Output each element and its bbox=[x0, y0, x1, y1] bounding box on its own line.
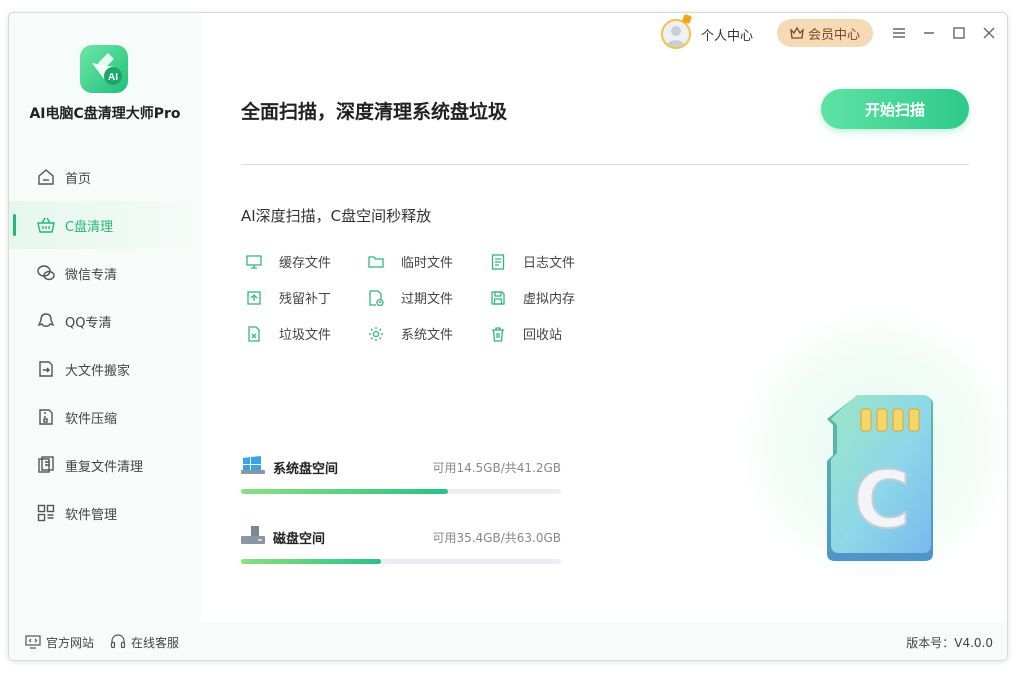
menu-button[interactable] bbox=[889, 23, 909, 43]
headset-icon bbox=[110, 634, 126, 650]
trash-icon bbox=[489, 325, 507, 343]
data-disk-usage: 磁盘空间 可用35.4GB/共63.0GB bbox=[241, 526, 561, 564]
feature-virtual-memory: 虚拟内存 bbox=[489, 288, 575, 307]
junk-file-icon bbox=[245, 325, 263, 343]
app-logo: AI bbox=[80, 45, 128, 93]
vip-center-button[interactable]: 会员中心 bbox=[777, 19, 873, 47]
avatar[interactable] bbox=[661, 19, 691, 49]
feature-label: 垃圾文件 bbox=[279, 328, 332, 343]
feature-label: 日志文件 bbox=[523, 256, 576, 271]
disk-name: 系统盘空间 bbox=[273, 461, 339, 477]
feature-temp-files: 临时文件 bbox=[367, 252, 453, 271]
compress-icon bbox=[37, 408, 55, 426]
vip-center-label: 会员中心 bbox=[807, 27, 860, 43]
feature-label: 系统文件 bbox=[401, 328, 454, 343]
feature-label: 过期文件 bbox=[401, 292, 454, 307]
expired-file-icon bbox=[367, 289, 385, 307]
sidebar-item-label: QQ专清 bbox=[65, 315, 112, 331]
feature-cache-files: 缓存文件 bbox=[245, 252, 331, 271]
disk-usage-fill bbox=[241, 489, 449, 494]
disk-name: 磁盘空间 bbox=[273, 531, 326, 547]
feature-label: 缓存文件 bbox=[279, 256, 332, 271]
sidebar: AI AI电脑C盘清理大师Pro 首页 C盘清理 微信专清 QQ专清 大文件搬家… bbox=[9, 13, 201, 622]
main-content: 全面扫描，深度清理系统盘垃圾 开始扫描 AI深度扫描，C盘空间秒释放 缓存文件 … bbox=[201, 53, 1007, 622]
logo-text: AI bbox=[108, 72, 118, 83]
feature-leftover-patches: 残留补丁 bbox=[245, 288, 331, 307]
feature-log-files: 日志文件 bbox=[489, 252, 575, 271]
sidebar-item-label: C盘清理 bbox=[65, 219, 114, 235]
disk-available: 可用14.5GB/共41.2GB bbox=[432, 460, 561, 475]
minimize-button[interactable] bbox=[919, 23, 939, 43]
feature-system-files: 系统文件 bbox=[367, 324, 453, 343]
folder-icon bbox=[367, 253, 385, 271]
divider bbox=[241, 164, 969, 165]
close-icon bbox=[983, 27, 995, 39]
home-icon bbox=[37, 168, 55, 186]
monitor-icon bbox=[25, 635, 41, 649]
wechat-icon bbox=[37, 264, 55, 282]
hamburger-icon bbox=[893, 28, 905, 38]
status-bar: 官方网站 在线客服 版本号：V4.0.0 bbox=[9, 622, 1007, 660]
disk-usage-fill bbox=[241, 559, 382, 564]
official-website-link[interactable]: 官方网站 bbox=[25, 634, 94, 651]
move-file-icon bbox=[37, 360, 55, 378]
official-website-label: 官方网站 bbox=[46, 635, 95, 650]
illustration-letter: C bbox=[853, 456, 910, 546]
feature-label: 残留补丁 bbox=[279, 292, 332, 307]
sidebar-item-compress[interactable]: 软件压缩 bbox=[9, 393, 201, 441]
sidebar-item-label: 大文件搬家 bbox=[65, 363, 131, 379]
sidebar-nav: 首页 C盘清理 微信专清 QQ专清 大文件搬家 软件压缩 重复文件清理 软件管理 bbox=[9, 153, 201, 537]
sidebar-item-label: 微信专清 bbox=[65, 267, 118, 283]
minimize-icon bbox=[924, 32, 934, 34]
hard-drive-icon bbox=[241, 526, 265, 548]
monitor-icon bbox=[245, 253, 263, 271]
maximize-button[interactable] bbox=[949, 23, 969, 43]
close-button[interactable] bbox=[979, 23, 999, 43]
sidebar-item-apps[interactable]: 软件管理 bbox=[9, 489, 201, 537]
sidebar-item-label: 重复文件清理 bbox=[65, 459, 144, 475]
system-disk-usage: 系统盘空间 可用14.5GB/共41.2GB bbox=[241, 456, 561, 494]
sidebar-item-duplicates[interactable]: 重复文件清理 bbox=[9, 441, 201, 489]
disk-usage-bar bbox=[241, 559, 561, 564]
scan-subtitle: AI深度扫描，C盘空间秒释放 bbox=[241, 207, 432, 225]
sidebar-item-move-files[interactable]: 大文件搬家 bbox=[9, 345, 201, 393]
feature-label: 虚拟内存 bbox=[523, 292, 576, 307]
start-scan-button[interactable]: 开始扫描 bbox=[821, 89, 969, 129]
disk-available: 可用35.4GB/共63.0GB bbox=[432, 530, 561, 545]
maximize-icon bbox=[953, 27, 965, 39]
sidebar-item-label: 软件压缩 bbox=[65, 411, 118, 427]
disk-usage-bar bbox=[241, 489, 561, 494]
personal-center-link[interactable]: 个人中心 bbox=[701, 25, 753, 44]
feature-label: 回收站 bbox=[523, 328, 563, 343]
c-drive-illustration: C bbox=[737, 305, 1007, 585]
settings-icon bbox=[367, 325, 385, 343]
qq-icon bbox=[37, 312, 55, 330]
windows-drive-icon bbox=[241, 456, 265, 478]
patch-icon bbox=[245, 289, 263, 307]
app-window: AI AI电脑C盘清理大师Pro 首页 C盘清理 微信专清 QQ专清 大文件搬家… bbox=[8, 12, 1008, 661]
sidebar-item-label: 软件管理 bbox=[65, 507, 118, 523]
online-support-label: 在线客服 bbox=[131, 635, 180, 650]
app-name: AI电脑C盘清理大师Pro bbox=[29, 106, 181, 122]
sidebar-item-c-clean[interactable]: C盘清理 bbox=[9, 201, 201, 249]
sidebar-item-qq[interactable]: QQ专清 bbox=[9, 297, 201, 345]
version-label: 版本号：V4.0.0 bbox=[906, 636, 993, 650]
online-support-link[interactable]: 在线客服 bbox=[110, 634, 179, 651]
apps-icon bbox=[37, 504, 55, 522]
sidebar-item-home[interactable]: 首页 bbox=[9, 153, 201, 201]
save-icon bbox=[489, 289, 507, 307]
page-title: 全面扫描，深度清理系统盘垃圾 bbox=[241, 101, 508, 123]
feature-recycle-bin: 回收站 bbox=[489, 324, 562, 343]
crown-icon bbox=[790, 26, 804, 40]
sidebar-item-wechat[interactable]: 微信专清 bbox=[9, 249, 201, 297]
title-bar: 个人中心 会员中心 bbox=[201, 13, 1007, 53]
basket-icon bbox=[37, 216, 55, 234]
duplicate-icon bbox=[37, 456, 55, 474]
document-icon bbox=[489, 253, 507, 271]
feature-label: 临时文件 bbox=[401, 256, 454, 271]
feature-junk-files: 垃圾文件 bbox=[245, 324, 331, 343]
feature-expired-files: 过期文件 bbox=[367, 288, 453, 307]
sidebar-item-label: 首页 bbox=[65, 171, 92, 187]
